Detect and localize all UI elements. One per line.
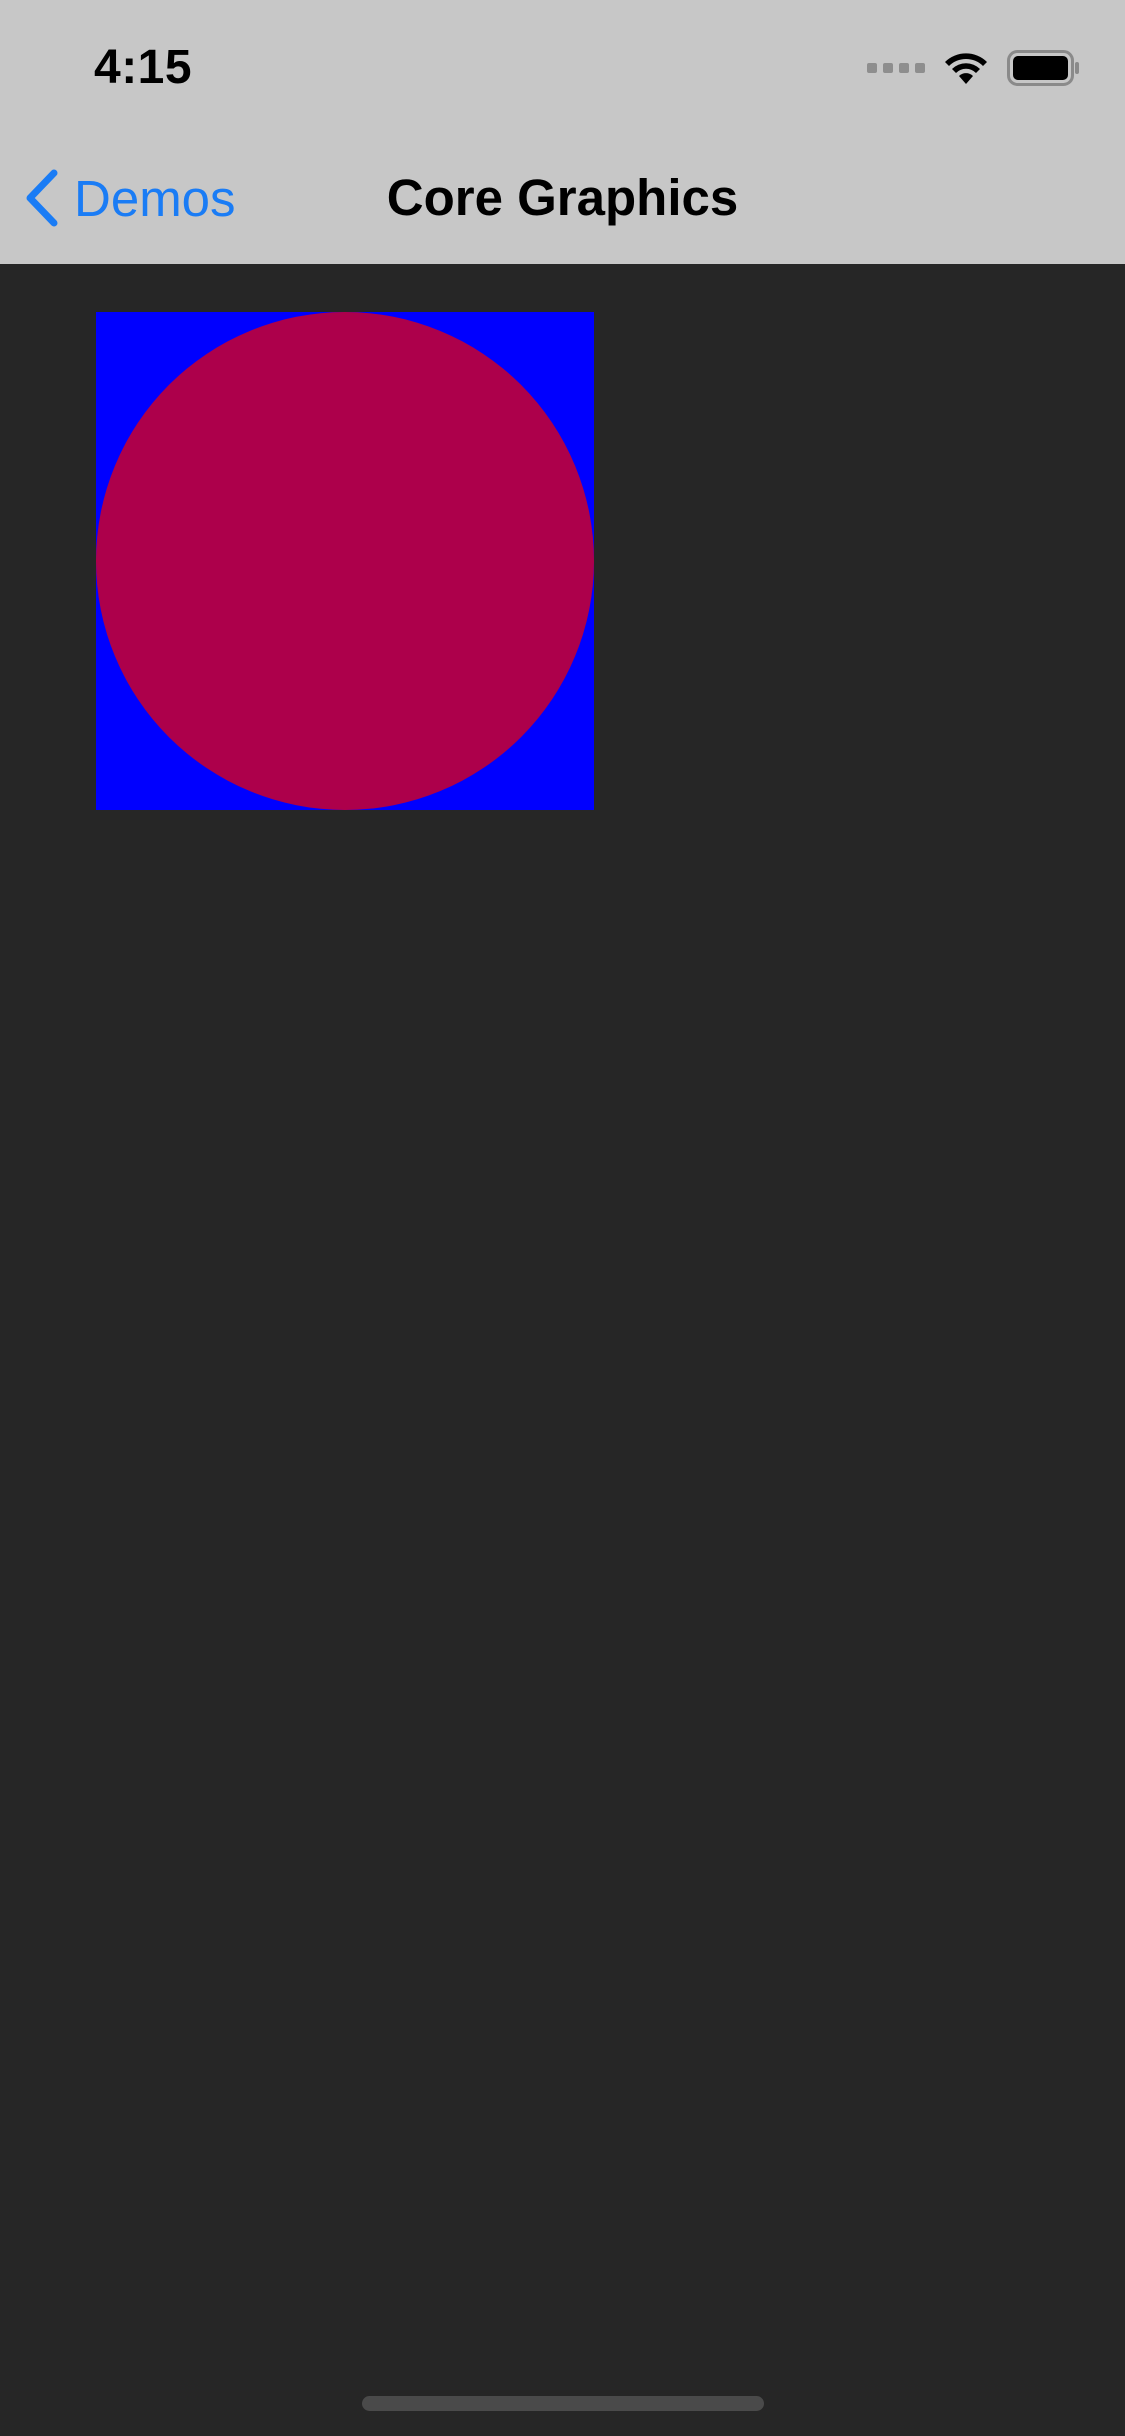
signal-dots-icon [867,63,925,73]
content-area [0,264,1125,2436]
screen: 4:15 Demos Core Graphics [0,0,1125,2436]
status-bar: 4:15 [0,0,1125,132]
status-time: 4:15 [94,41,193,94]
core-graphics-canvas [96,312,594,810]
home-indicator[interactable] [362,2396,764,2411]
page-title: Core Graphics [386,169,739,226]
wifi-icon [945,53,987,84]
drawing-circle [96,312,594,810]
status-icons [867,48,1081,88]
battery-icon [1007,50,1079,86]
navigation-bar: Demos Core Graphics [0,132,1125,264]
